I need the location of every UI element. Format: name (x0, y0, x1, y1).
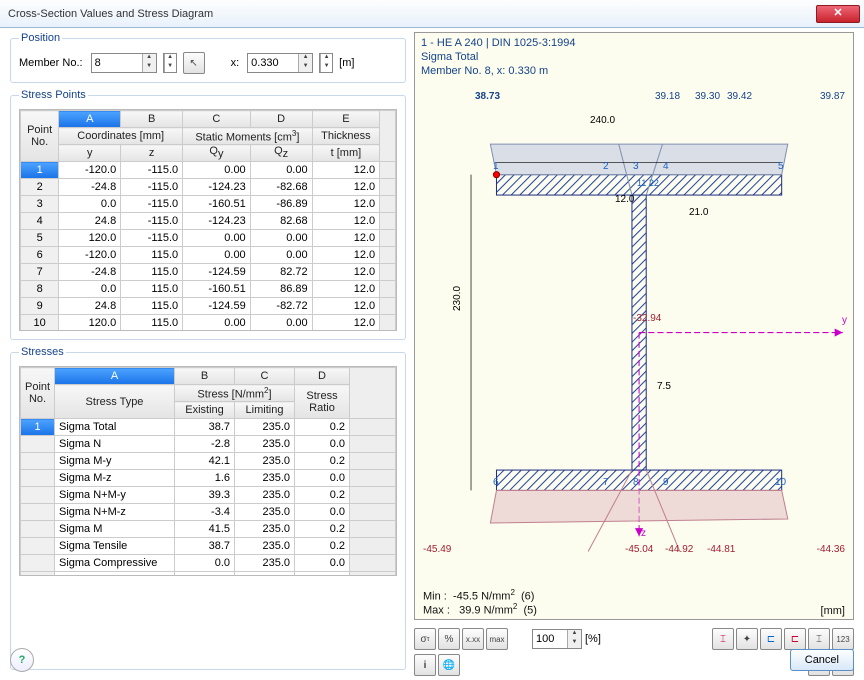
table-row[interactable]: 7-24.8115.0-124.5982.7212.0 (21, 264, 396, 281)
stress-points-group: Stress Points Point No. A B C D E Coordi… (10, 89, 406, 340)
table-row[interactable]: Sigma N+M-y39.3235.00.2 (21, 487, 396, 504)
view-dims-icon[interactable]: ⊏ (760, 628, 782, 650)
table-row[interactable]: 1-120.0-115.00.000.0012.0 (21, 162, 396, 179)
view-axes-icon[interactable]: ✦ (736, 628, 758, 650)
table-row[interactable]: Sigma M-z1.6235.00.0 (21, 470, 396, 487)
stresses-legend: Stresses (19, 346, 66, 358)
cross-section-diagram[interactable]: 1 - HE A 240 | DIN 1025-3:1994 Sigma Tot… (414, 32, 854, 620)
member-no-label: Member No.: (19, 57, 83, 69)
x-unit: [m] (339, 57, 354, 69)
table-row[interactable]: 924.8115.0-124.59-82.7212.0 (21, 298, 396, 315)
view-section2-icon[interactable]: ⌶ (808, 628, 830, 650)
section-svg (415, 83, 853, 592)
table-row[interactable]: Sigma N-2.8235.00.0 (21, 436, 396, 453)
stress-points-legend: Stress Points (19, 89, 88, 101)
table-row[interactable]: 5120.0-115.00.000.0012.0 (21, 230, 396, 247)
view-points-icon[interactable]: ⊏ (784, 628, 806, 650)
x-label: x: (231, 57, 240, 69)
x-up[interactable]: ▲ (320, 54, 332, 63)
percent-icon[interactable]: % (438, 628, 460, 650)
position-legend: Position (19, 32, 62, 44)
table-row[interactable]: 1Sigma Total38.7235.00.2 (21, 419, 396, 436)
table-row[interactable]: Sigma Delta38.7 (21, 572, 396, 577)
max-icon[interactable]: max (486, 628, 508, 650)
table-row[interactable]: 80.0115.0-160.5186.8912.0 (21, 281, 396, 298)
zoom-input[interactable]: ▲▼ (532, 629, 582, 649)
view-section-icon[interactable]: ⌶ (712, 628, 734, 650)
table-row[interactable]: 2-24.8-115.0-124.23-82.6812.0 (21, 179, 396, 196)
position-group: Position Member No.: ▲▼ ▲▼ ↖ x: ▲▼ ▲▼ [m… (10, 32, 406, 83)
table-row[interactable]: 10120.0115.00.000.0012.0 (21, 315, 396, 332)
view-numbers-icon[interactable]: 123 (832, 628, 854, 650)
diagram-section: 1 - HE A 240 | DIN 1025-3:1994 (421, 37, 847, 51)
table-row[interactable]: Sigma N+M-z-3.4235.00.0 (21, 504, 396, 521)
table-row[interactable]: 6-120.0115.00.000.0012.0 (21, 247, 396, 264)
diagram-member: Member No. 8, x: 0.330 m (421, 65, 847, 79)
member-up[interactable]: ▲ (164, 54, 176, 63)
table-row[interactable]: 30.0-115.0-160.51-86.8912.0 (21, 196, 396, 213)
table-row[interactable]: Sigma M41.5235.00.2 (21, 521, 396, 538)
help-button[interactable]: ? (10, 648, 34, 672)
diagram-stress: Sigma Total (421, 51, 847, 65)
member-down[interactable]: ▼ (164, 63, 176, 72)
table-row[interactable]: Sigma M-y42.1235.00.2 (21, 453, 396, 470)
table-row[interactable]: 424.8-115.0-124.2382.6812.0 (21, 213, 396, 230)
table-row[interactable]: Sigma Compressive0.0235.00.0 (21, 555, 396, 572)
x-input[interactable]: ▲▼ (247, 53, 313, 73)
x-down[interactable]: ▼ (320, 63, 332, 72)
cancel-button[interactable]: Cancel (790, 649, 854, 671)
stresses-group: Stresses Point No. A B C D Stress Type S… (10, 346, 406, 670)
values-icon[interactable]: x.xx (462, 628, 484, 650)
pick-member-icon[interactable]: ↖ (183, 52, 205, 74)
stress-points-table[interactable]: Point No. A B C D E Coordinates [mm] Sta… (19, 109, 397, 331)
close-button[interactable]: ✕ (816, 5, 860, 23)
stresses-table[interactable]: Point No. A B C D Stress Type Stress [N/… (19, 366, 397, 576)
sigma-icon[interactable]: στ (414, 628, 436, 650)
member-no-input[interactable]: ▲▼ (91, 53, 157, 73)
window-title: Cross-Section Values and Stress Diagram (8, 8, 816, 20)
table-row[interactable]: Sigma Tensile38.7235.00.2 (21, 538, 396, 555)
